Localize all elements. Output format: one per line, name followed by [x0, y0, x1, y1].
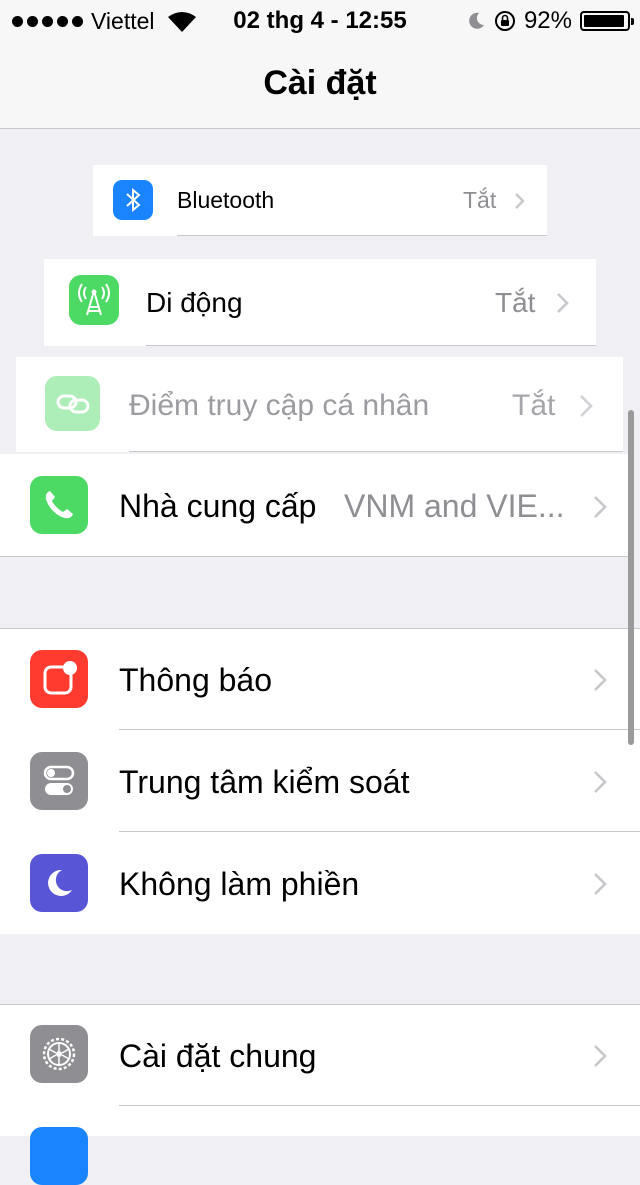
chevron-right-icon [594, 1045, 607, 1067]
notifications-label: Thông báo [119, 662, 273, 698]
battery-icon [580, 11, 634, 31]
settings-row-notifications[interactable]: Thông báo [0, 629, 640, 730]
row-separator [119, 729, 640, 730]
chevron-right-icon [594, 669, 607, 691]
battery-percent: 92% [523, 7, 572, 34]
settings-row-bluetooth[interactable]: Bluetooth Tắt [93, 165, 547, 236]
chevron-right-icon [557, 293, 569, 313]
carrier-label: Nhà cung cấp [119, 488, 317, 524]
scrollbar[interactable] [628, 410, 634, 745]
gear-icon [30, 1025, 88, 1083]
top-bar: Viettel 02 thg 4 - 12:55 92% Cài đặt [0, 0, 640, 129]
row-separator [119, 1105, 640, 1106]
chevron-right-icon [594, 873, 607, 895]
row-separator [177, 235, 547, 236]
settings-row-personal-hotspot[interactable]: Điểm truy cập cá nhân Tắt [16, 357, 623, 452]
settings-row-control-center[interactable]: Trung tâm kiểm soát [0, 731, 640, 832]
chevron-right-icon [594, 496, 607, 518]
bluetooth-icon [113, 180, 153, 220]
cellular-antenna-icon [69, 275, 119, 325]
general-label: Cài đặt chung [119, 1038, 317, 1074]
personal-hotspot-label: Điểm truy cập cá nhân [129, 389, 430, 422]
page-title: Cài đặt [263, 64, 377, 102]
moon-icon [30, 854, 88, 912]
bluetooth-value: Tắt [463, 187, 497, 213]
row-separator [146, 345, 596, 346]
carrier-value: VNM and VIE... [344, 488, 565, 524]
phone-icon [30, 476, 88, 534]
control-center-label: Trung tâm kiểm soát [119, 764, 410, 800]
do-not-disturb-label: Không làm phiền [119, 866, 360, 902]
settings-row-cellular[interactable]: Di động Tắt [44, 259, 596, 346]
notifications-icon [30, 650, 88, 708]
rotation-lock-icon [494, 11, 515, 31]
do-not-disturb-status-icon [469, 12, 484, 29]
chevron-right-icon [580, 395, 593, 417]
bluetooth-label: Bluetooth [177, 187, 275, 213]
chevron-right-icon [594, 771, 607, 793]
personal-hotspot-value: Tắt [512, 389, 556, 422]
status-bar: Viettel 02 thg 4 - 12:55 92% [0, 0, 640, 40]
settings-row-general[interactable]: Cài đặt chung [0, 1005, 640, 1106]
cellular-label: Di động [146, 287, 243, 318]
settings-group-general: Cài đặt chung [0, 1004, 640, 1185]
personal-hotspot-icon [45, 376, 100, 431]
cellular-value: Tắt [495, 287, 536, 318]
row-separator [119, 831, 640, 832]
row-separator [129, 451, 623, 452]
chevron-right-icon [515, 193, 525, 209]
settings-row-do-not-disturb[interactable]: Không làm phiền [0, 833, 640, 934]
settings-group-notifications: Thông báo Trung tâm kiểm soát Không làm … [0, 628, 640, 934]
settings-row-carrier[interactable]: Nhà cung cấp VNM and VIE... [0, 454, 630, 557]
control-center-icon [30, 752, 88, 810]
